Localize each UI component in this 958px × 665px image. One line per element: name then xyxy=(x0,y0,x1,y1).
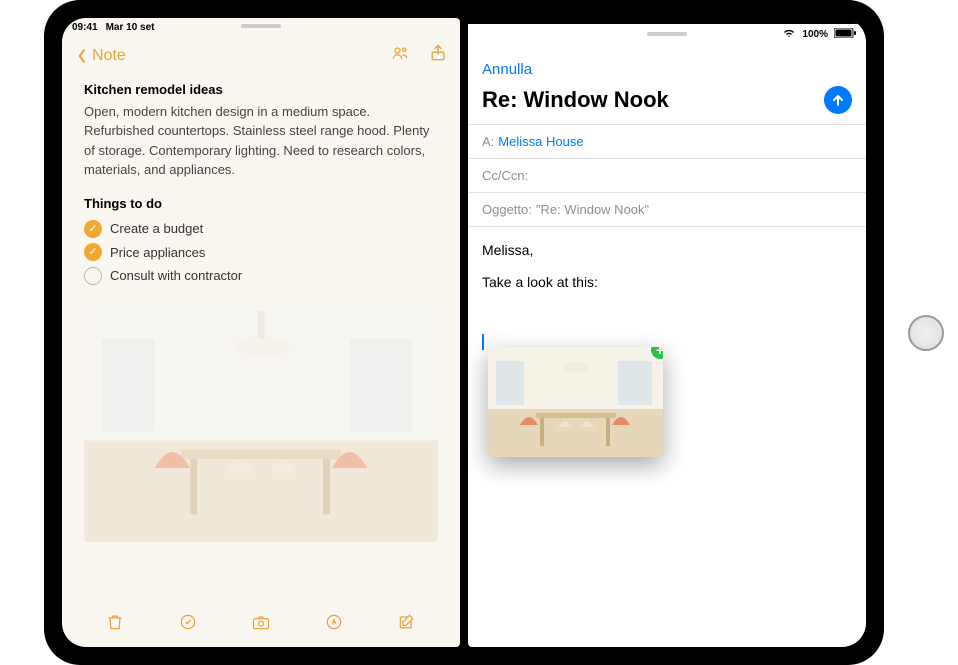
collaborate-icon[interactable] xyxy=(390,43,410,68)
ipad-frame: 09:41 Mar 10 set Note xyxy=(44,0,884,665)
split-divider[interactable] xyxy=(460,18,468,647)
checklist-icon[interactable] xyxy=(178,612,198,637)
to-field[interactable]: A: Melissa House xyxy=(468,124,866,158)
body-line: Take a look at this: xyxy=(482,271,852,293)
notes-bottom-toolbar xyxy=(62,602,460,647)
dragged-image-thumbnail[interactable]: + xyxy=(488,347,663,457)
note-attached-image[interactable] xyxy=(84,302,438,542)
recipient-chip[interactable]: Melissa House xyxy=(498,134,583,149)
subject-value: "Re: Window Nook" xyxy=(536,202,649,217)
markup-icon[interactable] xyxy=(324,612,344,637)
back-button[interactable]: Note xyxy=(74,47,126,65)
todo-label: Consult with contractor xyxy=(110,266,242,286)
subject-display: Re: Window Nook xyxy=(482,87,669,113)
todo-item[interactable]: Consult with contractor xyxy=(84,264,438,288)
checkbox-done-icon[interactable]: ✓ xyxy=(84,243,102,261)
cc-label: Cc/Ccn: xyxy=(482,168,528,183)
status-date: Mar 10 set xyxy=(106,22,155,33)
split-view: 09:41 Mar 10 set Note xyxy=(62,18,866,647)
camera-icon[interactable] xyxy=(251,612,271,637)
todo-header: Things to do xyxy=(84,194,438,214)
chevron-left-icon xyxy=(74,48,90,64)
compose-icon[interactable] xyxy=(397,612,417,637)
note-body: Open, modern kitchen design in a medium … xyxy=(84,102,438,180)
to-label: A: xyxy=(482,134,494,149)
pane-grabber[interactable] xyxy=(647,32,687,36)
battery-percent: 100% xyxy=(802,29,828,40)
note-content[interactable]: Kitchen remodel ideas Open, modern kitch… xyxy=(62,72,460,296)
wifi-icon xyxy=(782,28,796,41)
arrow-up-icon xyxy=(831,93,845,107)
back-label: Note xyxy=(92,47,126,65)
cc-field[interactable]: Cc/Ccn: xyxy=(468,158,866,192)
cancel-button[interactable]: Annulla xyxy=(482,53,532,82)
home-button[interactable] xyxy=(908,315,944,351)
mail-header: Annulla Re: Window Nook xyxy=(468,45,866,124)
notes-app-pane: 09:41 Mar 10 set Note xyxy=(62,18,460,647)
todo-item[interactable]: ✓ Create a budget xyxy=(84,217,438,241)
kitchen-photo-placeholder xyxy=(84,302,438,542)
checkbox-empty-icon[interactable] xyxy=(84,267,102,285)
note-title: Kitchen remodel ideas xyxy=(84,80,438,100)
pane-grabber[interactable] xyxy=(241,24,281,28)
kitchen-photo-placeholder xyxy=(488,347,663,457)
todo-label: Price appliances xyxy=(110,243,205,263)
body-line: Melissa, xyxy=(482,239,852,261)
todo-item[interactable]: ✓ Price appliances xyxy=(84,241,438,265)
trash-icon[interactable] xyxy=(105,612,125,637)
notes-nav-bar: Note xyxy=(62,37,460,72)
text-cursor xyxy=(482,334,484,350)
send-button[interactable] xyxy=(824,86,852,114)
subject-label: Oggetto: xyxy=(482,202,532,217)
share-icon[interactable] xyxy=(428,43,448,68)
checkbox-done-icon[interactable]: ✓ xyxy=(84,220,102,238)
mail-body-editor[interactable]: Melissa, Take a look at this: xyxy=(468,227,866,647)
mail-compose-pane: 100% Annulla Re: Window Nook A: Melissa … xyxy=(468,18,866,647)
battery-icon xyxy=(834,28,856,41)
todo-label: Create a budget xyxy=(110,219,203,239)
status-time: 09:41 xyxy=(72,22,98,33)
subject-field[interactable]: Oggetto: "Re: Window Nook" xyxy=(468,192,866,227)
